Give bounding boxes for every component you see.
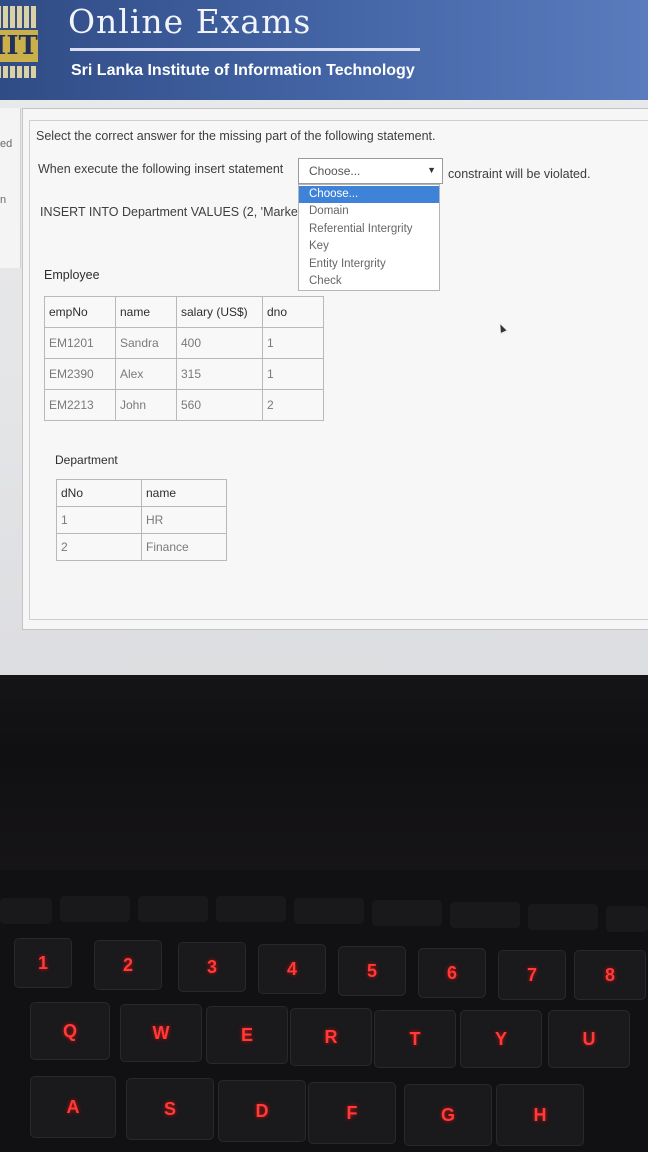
table-row: EM1201 Sandra 400 1: [44, 327, 324, 359]
question-nav-strip[interactable]: ed n: [0, 108, 21, 268]
department-table: dNo name 1 HR 2 Finance: [56, 479, 227, 561]
key-2: 2: [94, 940, 162, 990]
site-title: Online Exams: [68, 2, 312, 41]
column-header: empNo: [44, 296, 116, 328]
employee-caption: Employee: [44, 268, 100, 282]
key-6: 6: [418, 948, 486, 998]
key-7: 7: [498, 950, 566, 1000]
table-cell: HR: [141, 506, 227, 534]
nav-fragment: ed: [0, 138, 13, 150]
function-key: [60, 896, 130, 922]
answer-dropdown[interactable]: Choose... Domain Referential Intergrity …: [298, 184, 440, 291]
table-cell: Sandra: [115, 327, 177, 359]
table-cell: 1: [56, 506, 142, 534]
function-key: [372, 900, 442, 926]
function-key: [450, 902, 520, 928]
option-check[interactable]: Check: [299, 273, 439, 290]
table-cell: 1: [262, 358, 324, 390]
answer-select-value: Choose...: [309, 164, 361, 178]
function-key: [294, 898, 364, 924]
column-header: name: [115, 296, 177, 328]
function-key: [138, 896, 208, 922]
header-divider: [70, 48, 420, 51]
key-1: 1: [14, 938, 72, 988]
key-s: S: [126, 1078, 214, 1140]
esc-key: [0, 898, 52, 924]
column-header: salary (US$): [176, 296, 263, 328]
key-e: E: [206, 1006, 288, 1064]
sliit-logo: IIT: [0, 6, 40, 78]
key-3: 3: [178, 942, 246, 992]
key-q: Q: [30, 1002, 110, 1060]
option-domain[interactable]: Domain: [299, 203, 439, 220]
chevron-down-icon: ▼: [427, 165, 436, 175]
function-key: [606, 906, 648, 932]
key-a: A: [30, 1076, 116, 1138]
key-5: 5: [338, 946, 406, 996]
table-cell: John: [115, 389, 177, 421]
logo-grid-top: [0, 6, 38, 28]
institute-name: Sri Lanka Institute of Information Techn…: [71, 62, 415, 79]
site-header: IIT Online Exams Sri Lanka Institute of …: [0, 0, 648, 100]
browser-screen: IIT Online Exams Sri Lanka Institute of …: [0, 0, 648, 680]
column-header: dno: [262, 296, 324, 328]
table-row: EM2390 Alex 315 1: [44, 358, 324, 390]
table-row: 2 Finance: [56, 533, 227, 561]
table-cell: Alex: [115, 358, 177, 390]
table-cell: 315: [176, 358, 263, 390]
column-header: dNo: [56, 479, 142, 507]
table-cell: 560: [176, 389, 263, 421]
function-key: [528, 904, 598, 930]
table-row: EM2213 John 560 2: [44, 389, 324, 421]
laptop-keyboard: 1 2 3 4 5 6 7 8 Q W E R T Y U A S D F G …: [0, 870, 648, 1152]
key-y: Y: [460, 1010, 542, 1068]
key-r: R: [290, 1008, 372, 1066]
question-prompt-end: constraint will be violated.: [448, 167, 591, 181]
option-key[interactable]: Key: [299, 238, 439, 255]
table-cell: EM2213: [44, 389, 116, 421]
key-h: H: [496, 1084, 584, 1146]
key-g: G: [404, 1084, 492, 1146]
insert-statement: INSERT INTO Department VALUES (2, 'Marke…: [40, 205, 305, 219]
question-prompt: When execute the following insert statem…: [38, 162, 284, 176]
table-cell: 1: [262, 327, 324, 359]
key-4: 4: [258, 944, 326, 994]
key-8: 8: [574, 950, 646, 1000]
employee-table: empNo name salary (US$) dno EM1201 Sandr…: [44, 296, 324, 421]
table-cell: Finance: [141, 533, 227, 561]
table-cell: 400: [176, 327, 263, 359]
key-t: T: [374, 1010, 456, 1068]
answer-select[interactable]: Choose... ▼: [298, 158, 443, 184]
department-caption: Department: [55, 453, 118, 467]
option-choose[interactable]: Choose...: [299, 186, 439, 203]
table-cell: 2: [56, 533, 142, 561]
key-f: F: [308, 1082, 396, 1144]
key-u: U: [548, 1010, 630, 1068]
question-instruction: Select the correct answer for the missin…: [36, 129, 436, 143]
column-header: name: [141, 479, 227, 507]
logo-grid-bottom: [0, 66, 38, 78]
table-cell: EM1201: [44, 327, 116, 359]
table-cell: 2: [262, 389, 324, 421]
logo-letters: IIT: [0, 30, 38, 62]
option-entity-integrity[interactable]: Entity Intergrity: [299, 256, 439, 273]
key-d: D: [218, 1080, 306, 1142]
function-key: [216, 896, 286, 922]
table-row: 1 HR: [56, 506, 227, 534]
table-cell: EM2390: [44, 358, 116, 390]
key-w: W: [120, 1004, 202, 1062]
laptop-bezel: [0, 675, 648, 875]
option-referential-integrity[interactable]: Referential Intergrity: [299, 221, 439, 238]
nav-fragment: n: [0, 194, 7, 206]
